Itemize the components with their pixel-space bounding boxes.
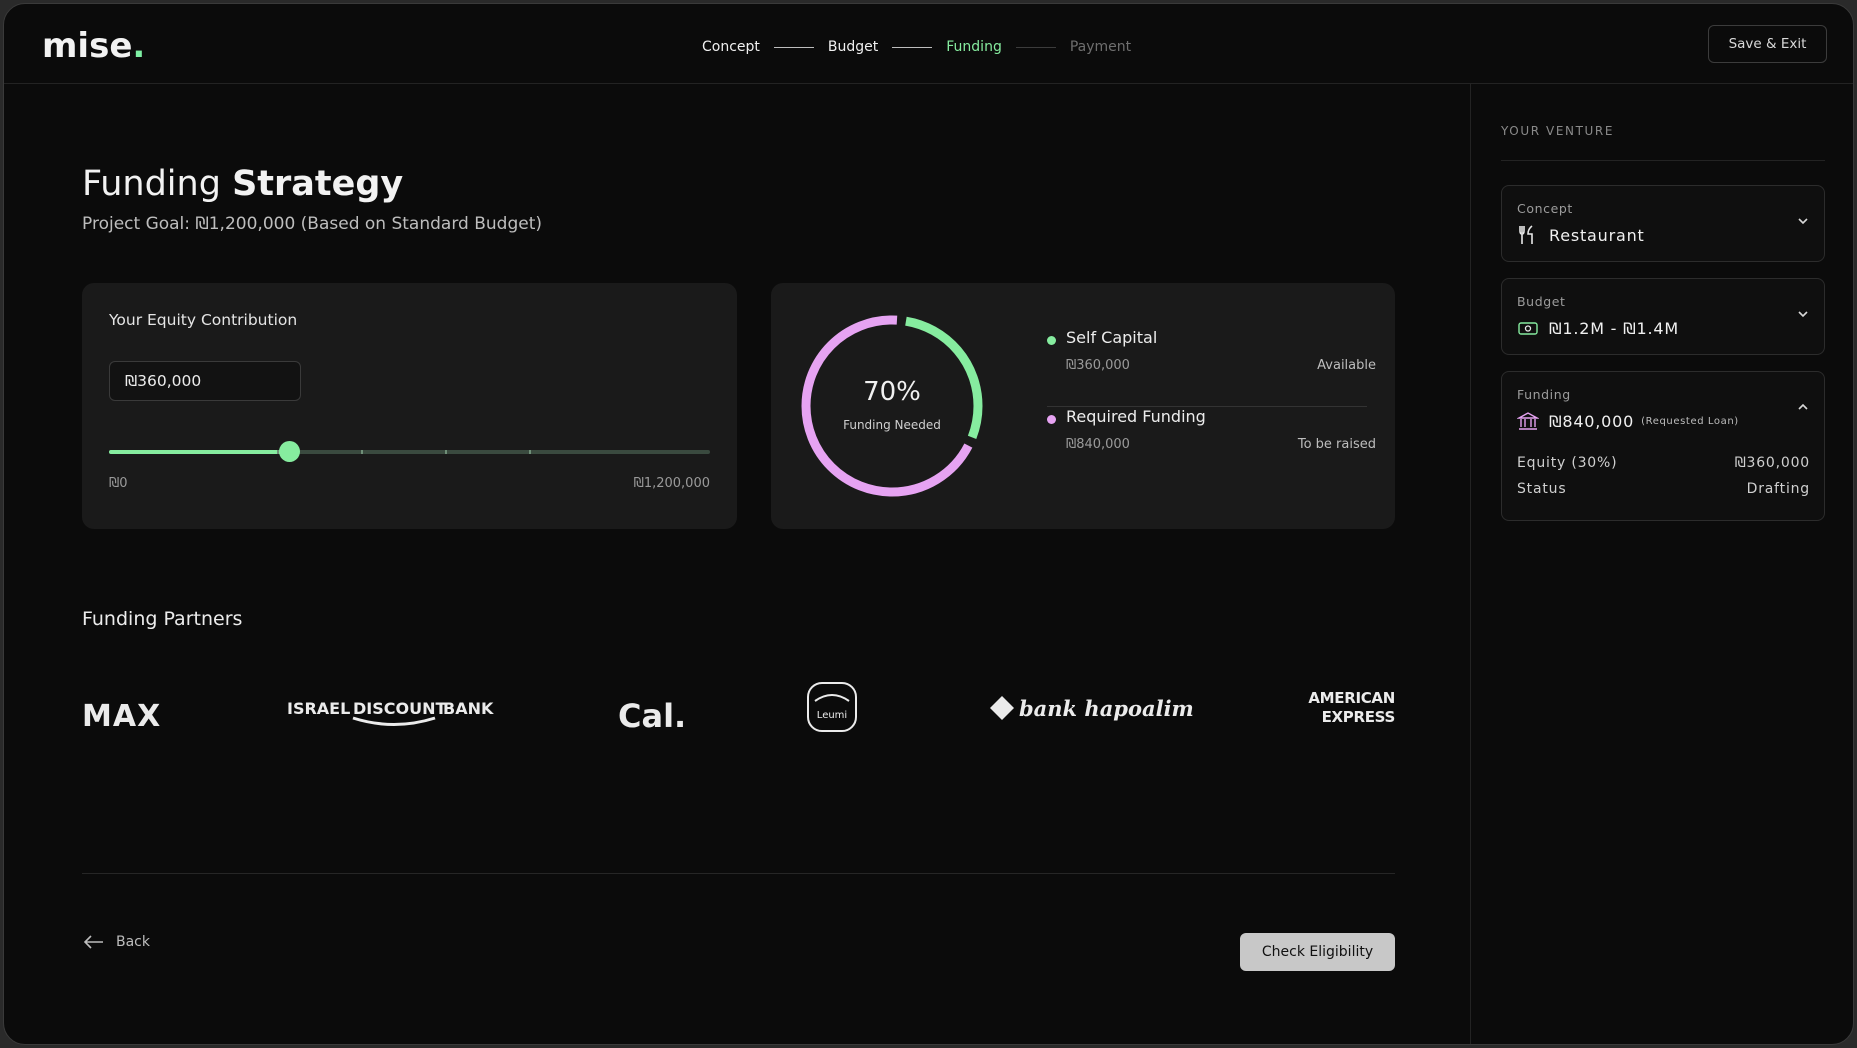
- equity-contribution-card: Your Equity Contribution ₪0 ₪1,200,000: [82, 283, 737, 529]
- legend-name: Required Funding: [1066, 407, 1206, 426]
- hapoalim-diamond-icon: [990, 696, 1014, 720]
- page-title: Funding Strategy: [82, 164, 404, 204]
- sidebar-divider: [1501, 160, 1825, 161]
- back-label: Back: [116, 934, 150, 950]
- legend-amount: ₪360,000: [1066, 358, 1130, 373]
- equity-input[interactable]: [109, 361, 301, 401]
- back-button[interactable]: Back: [84, 934, 150, 950]
- legend-state: To be raised: [1297, 437, 1376, 452]
- sidebar-heading: YOUR VENTURE: [1501, 124, 1615, 138]
- step-connector: [1015, 46, 1056, 48]
- legend-amount: ₪840,000: [1066, 437, 1130, 452]
- funding-note: (Requested Loan): [1641, 415, 1739, 427]
- partners-title: Funding Partners: [82, 608, 243, 630]
- partner-logo-max[interactable]: MAX: [82, 699, 161, 734]
- step-payment[interactable]: Payment: [1070, 39, 1131, 55]
- step-connector: [892, 46, 933, 48]
- sidebar-card-funding[interactable]: Funding ₪840,000 (Requested Loan) Equity…: [1501, 371, 1825, 521]
- slider-thumb[interactable]: [279, 441, 301, 462]
- leumi-badge: [807, 682, 857, 732]
- slider-min-label: ₪0: [109, 476, 128, 491]
- partner-logo-hapoalim[interactable]: bank hapoalim: [989, 695, 1194, 721]
- sidebar-card-budget[interactable]: Budget ₪1.2M - ₪1.4M: [1501, 278, 1825, 355]
- legend-dot: [1047, 336, 1056, 345]
- card-value: ₪1.2M - ₪1.4M: [1517, 317, 1679, 339]
- legend-dot: [1047, 415, 1056, 424]
- legend-state: Available: [1317, 358, 1376, 373]
- card-value: Restaurant: [1517, 224, 1645, 246]
- brand-logo[interactable]: mise.: [42, 26, 145, 66]
- step-budget[interactable]: Budget: [828, 39, 878, 55]
- slider-tick: [445, 450, 447, 454]
- main-content: Funding Strategy Project Goal: ₪1,200,00…: [4, 84, 1470, 1044]
- venture-sidebar: YOUR VENTURE Concept Restaurant Budget ₪…: [1470, 84, 1853, 1044]
- partner-logos: MAX ISRAEL DISCOUNT BANK Cal. Leumi bank…: [82, 681, 1395, 761]
- sidebar-card-concept[interactable]: Concept Restaurant: [1501, 185, 1825, 262]
- discount-swoosh: [352, 716, 436, 726]
- step-funding[interactable]: Funding: [946, 39, 1002, 55]
- slider-tick: [529, 450, 531, 454]
- progress-stepper: Concept Budget Funding Payment: [702, 37, 1131, 57]
- step-connector: [773, 46, 814, 48]
- chevron-down-icon[interactable]: [1796, 307, 1810, 321]
- card-label: Concept: [1517, 201, 1573, 216]
- card-value: ₪840,000 (Requested Loan): [1517, 410, 1739, 432]
- card-label: Funding: [1517, 387, 1571, 402]
- partner-logo-leumi[interactable]: Leumi: [806, 681, 858, 737]
- partner-logo-discount[interactable]: ISRAEL DISCOUNT BANK: [287, 691, 493, 741]
- partner-logo-cal[interactable]: Cal.: [618, 697, 686, 735]
- donut-percent: 70%: [863, 377, 921, 407]
- check-eligibility-button[interactable]: Check Eligibility: [1240, 933, 1395, 971]
- app-window: mise. Concept Budget Funding Payment Sav…: [3, 3, 1854, 1045]
- partner-logo-amex[interactable]: AMERICAN EXPRESS: [1299, 689, 1395, 727]
- arrow-left-icon: [84, 935, 103, 949]
- card-label: Budget: [1517, 294, 1566, 309]
- footer-divider: [82, 873, 1395, 874]
- funding-summary-card: 70% Funding Needed Self Capital ₪360,000…: [771, 283, 1395, 529]
- equity-slider[interactable]: [109, 441, 710, 462]
- equity-label: Your Equity Contribution: [109, 311, 298, 329]
- page-subtitle: Project Goal: ₪1,200,000 (Based on Stand…: [82, 214, 542, 234]
- slider-max-label: ₪1,200,000: [633, 476, 710, 491]
- step-concept[interactable]: Concept: [702, 39, 760, 55]
- legend-name: Self Capital: [1066, 328, 1158, 347]
- donut-caption: Funding Needed: [843, 418, 941, 432]
- slider-tick: [361, 450, 363, 454]
- top-bar: mise. Concept Budget Funding Payment Sav…: [4, 4, 1853, 84]
- fork-knife-icon: [1517, 224, 1539, 246]
- slider-fill: [109, 450, 290, 454]
- chevron-up-icon[interactable]: [1796, 400, 1810, 414]
- save-exit-button[interactable]: Save & Exit: [1708, 25, 1827, 63]
- chevron-down-icon[interactable]: [1796, 214, 1810, 228]
- cash-icon: [1517, 317, 1539, 339]
- bank-icon: [1517, 410, 1539, 432]
